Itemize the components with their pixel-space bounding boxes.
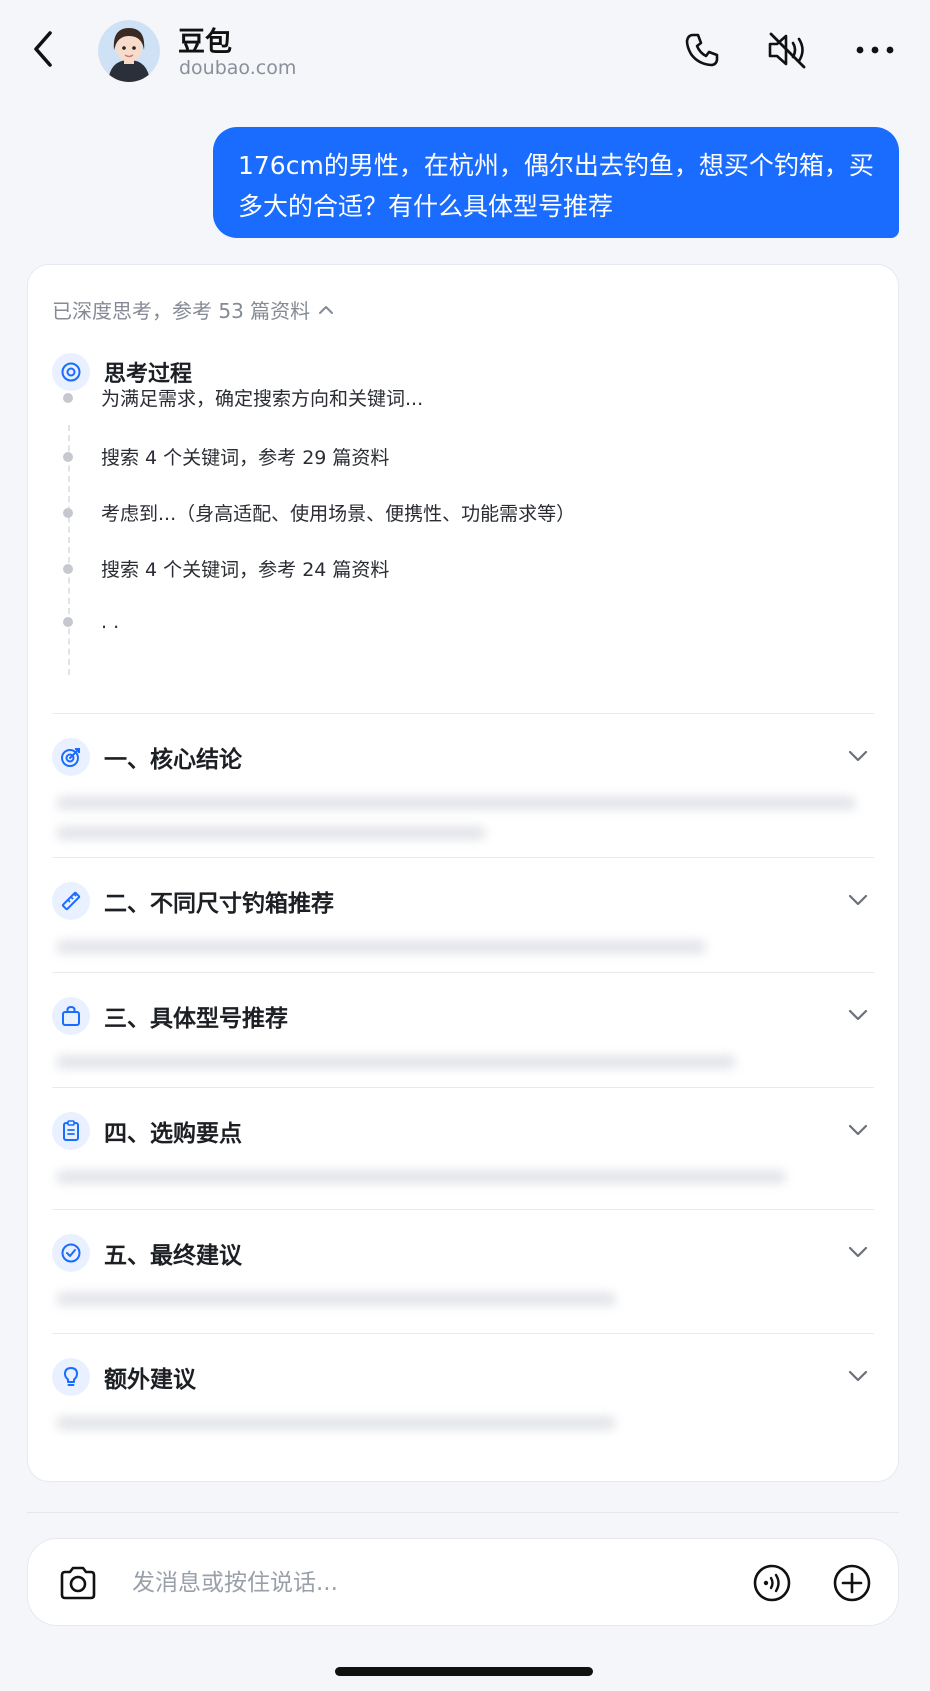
message-input[interactable] [132, 1563, 632, 1603]
chevron-up-icon [319, 305, 334, 314]
blurred-content [56, 1170, 786, 1184]
target-icon [52, 738, 90, 776]
blurred-content [56, 1416, 616, 1430]
camera-icon [60, 1566, 96, 1600]
section-title: 三、具体型号推荐 [104, 1006, 288, 1032]
section-model-recommendation[interactable]: 三、具体型号推荐 [52, 972, 874, 1087]
section-title: 四、选购要点 [104, 1121, 242, 1147]
chevron-down-icon[interactable] [844, 1238, 872, 1266]
message-input-bar [27, 1538, 899, 1626]
chevron-down-icon[interactable] [844, 1116, 872, 1144]
response-card: 已深度思考，参考 53 篇资料 思考过程 为满足需求，确定搜索方向和关键词...… [27, 264, 899, 1482]
check-circle-icon [52, 1234, 90, 1272]
back-button[interactable] [26, 28, 60, 70]
add-button[interactable] [828, 1559, 876, 1607]
section-buying-tips[interactable]: 四、选购要点 [52, 1087, 874, 1209]
plus-circle-icon [833, 1564, 871, 1602]
more-icon [856, 46, 894, 54]
phone-icon [685, 33, 719, 67]
blurred-content [56, 796, 856, 810]
deep-think-toggle[interactable]: 已深度思考，参考 53 篇资料 [52, 295, 334, 324]
mute-button[interactable] [764, 26, 812, 74]
more-button[interactable] [851, 26, 899, 74]
page-title: 豆包 [178, 27, 232, 58]
chevron-down-icon[interactable] [844, 886, 872, 914]
divider [27, 1512, 899, 1513]
section-extra-advice[interactable]: 额外建议 [52, 1333, 874, 1453]
header: 豆包 doubao.com [0, 0, 930, 110]
lightbulb-icon [52, 1358, 90, 1396]
section-core-conclusion[interactable]: 一、核心结论 [52, 713, 874, 857]
blurred-content [56, 1292, 616, 1306]
clipboard-icon [52, 1112, 90, 1150]
avatar[interactable] [98, 20, 160, 82]
chevron-down-icon[interactable] [844, 1362, 872, 1390]
home-indicator[interactable] [335, 1667, 593, 1676]
section-final-advice[interactable]: 五、最终建议 [52, 1209, 874, 1333]
chat-screen: 豆包 doubao.com 176cm的男性，在杭州，偶尔出去钓鱼，想买个钓箱，… [0, 0, 930, 1691]
thinking-step: 考虑到...（身高适配、使用场景、便携性、功能需求等） [58, 499, 575, 526]
back-icon [34, 31, 52, 67]
ruler-icon [52, 882, 90, 920]
blurred-content [56, 1055, 736, 1069]
blurred-content [56, 826, 486, 840]
call-button[interactable] [678, 26, 726, 74]
thinking-step: 为满足需求，确定搜索方向和关键词... [58, 384, 423, 411]
section-title: 一、核心结论 [104, 747, 242, 773]
deep-think-label: 已深度思考，参考 53 篇资料 [52, 299, 311, 323]
thinking-step: 搜索 4 个关键词，参考 24 篇资料 [58, 555, 389, 582]
chevron-down-icon[interactable] [844, 1001, 872, 1029]
chevron-down-icon[interactable] [844, 742, 872, 770]
blurred-content [56, 940, 706, 954]
section-size-recommendation[interactable]: 二、不同尺寸钓箱推荐 [52, 857, 874, 972]
section-title: 二、不同尺寸钓箱推荐 [104, 891, 334, 917]
user-message-bubble[interactable]: 176cm的男性，在杭州，偶尔出去钓鱼，想买个钓箱，买多大的合适？有什么具体型号… [213, 127, 899, 238]
voice-wave-icon [753, 1564, 791, 1602]
section-title: 五、最终建议 [104, 1243, 242, 1269]
camera-button[interactable] [54, 1559, 102, 1607]
shopping-bag-icon [52, 997, 90, 1035]
thinking-step: 搜索 4 个关键词，参考 29 篇资料 [58, 443, 389, 470]
page-subtitle: doubao.com [179, 57, 297, 79]
voice-call-button[interactable] [748, 1559, 796, 1607]
thinking-step: . . [58, 611, 119, 633]
section-title: 额外建议 [104, 1367, 196, 1393]
speaker-mute-icon [768, 32, 806, 69]
